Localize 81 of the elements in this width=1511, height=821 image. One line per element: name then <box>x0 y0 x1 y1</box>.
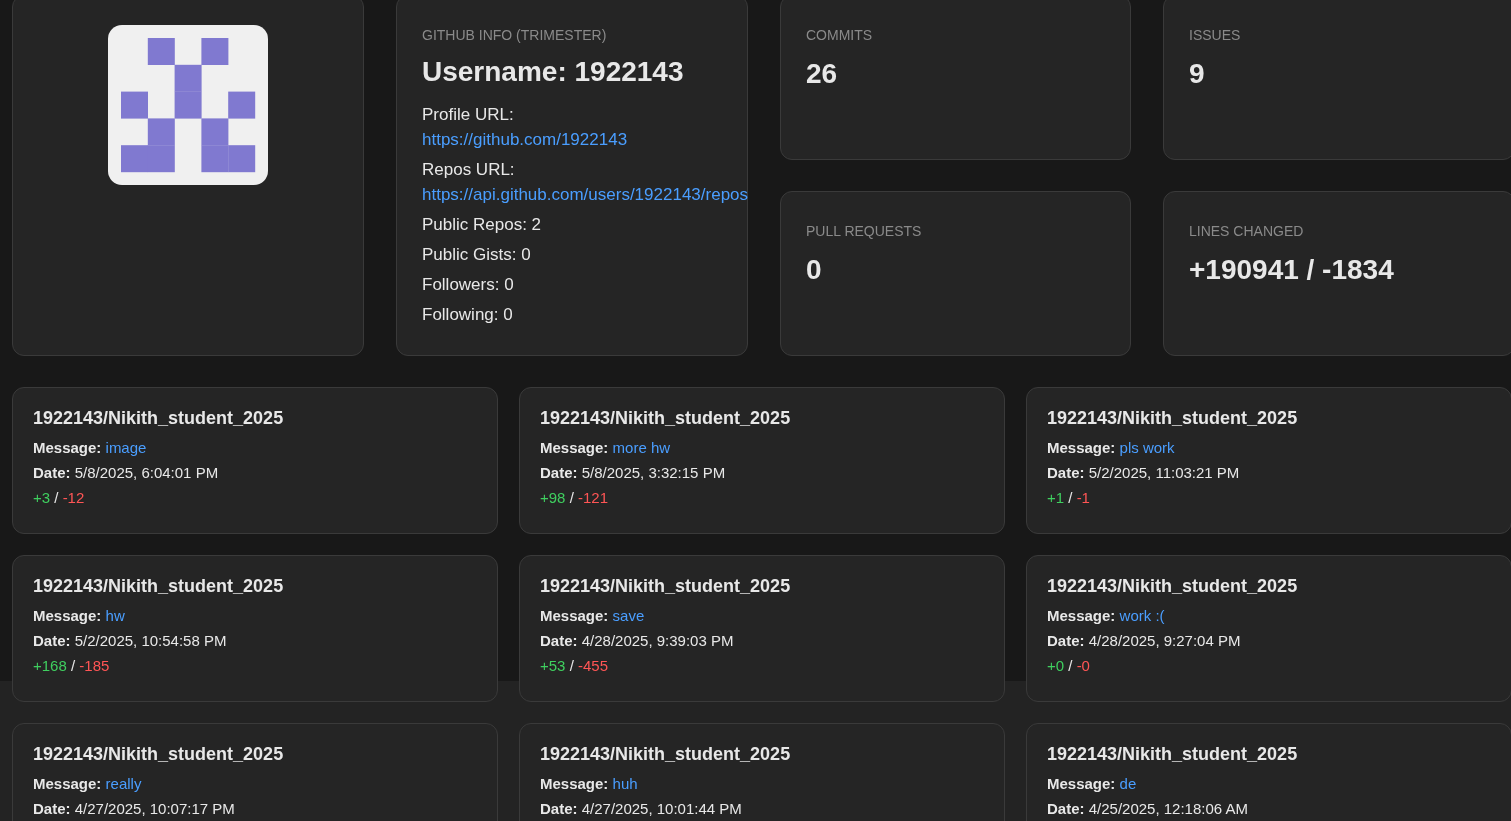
stat-label: LINES CHANGED <box>1189 223 1304 239</box>
separator-text: / <box>1068 657 1073 674</box>
stat-value: 26 <box>806 58 839 90</box>
info-text: Public Gists: 0 <box>422 244 531 266</box>
separator-text: / <box>569 657 574 674</box>
date-label: Date: <box>33 632 71 649</box>
username-heading: Username: 1922143 <box>422 56 685 88</box>
additions-count: +168 <box>33 657 67 674</box>
commit-date: 5/2/2025, 11:03:21 PM <box>1088 464 1240 481</box>
separator-text: / <box>54 489 59 506</box>
deletions-count: -185 <box>79 657 110 674</box>
message-label: Message: <box>33 439 102 456</box>
commit-message: save <box>612 607 645 624</box>
repo-name: 1922143/Nikith_student_2025 <box>540 744 791 765</box>
commit-message: pls work <box>1119 439 1175 456</box>
commit-date: 5/2/2025, 10:54:58 PM <box>74 632 227 649</box>
additions-count: +1 <box>1047 489 1065 506</box>
date-label: Date: <box>540 464 578 481</box>
message-label: Message: <box>540 775 609 792</box>
repo-name: 1922143/Nikith_student_2025 <box>540 408 791 429</box>
info-text: Repos URL: <box>422 159 515 181</box>
date-label: Date: <box>540 632 578 649</box>
repo-name: 1922143/Nikith_student_2025 <box>33 576 284 597</box>
commit-message: work :( <box>1119 607 1165 624</box>
additions-count: +53 <box>540 657 566 674</box>
info-text: Followers: 0 <box>422 274 514 296</box>
date-label: Date: <box>1047 800 1085 817</box>
message-label: Message: <box>33 775 102 792</box>
date-label: Date: <box>540 800 578 817</box>
message-label: Message: <box>33 607 102 624</box>
date-label: Date: <box>1047 632 1085 649</box>
commit-date: 4/27/2025, 10:01:44 PM <box>581 800 742 817</box>
deletions-count: -12 <box>62 489 85 506</box>
card-label: GITHUB INFO (TRIMESTER) <box>422 27 607 43</box>
url-link[interactable]: https://api.github.com/users/1922143/repos <box>422 182 749 207</box>
url-link[interactable]: https://github.com/1922143 <box>422 127 628 152</box>
stat-value: 0 <box>806 254 823 286</box>
commit-message: huh <box>612 775 638 792</box>
date-label: Date: <box>1047 464 1085 481</box>
commit-date: 4/28/2025, 9:39:03 PM <box>581 632 734 649</box>
deletions-count: -1 <box>1076 489 1090 506</box>
commit-date: 4/28/2025, 9:27:04 PM <box>1088 632 1241 649</box>
repo-name: 1922143/Nikith_student_2025 <box>33 744 284 765</box>
commit-date: 5/8/2025, 3:32:15 PM <box>581 464 726 481</box>
commit-message: hw <box>105 607 125 624</box>
commit-message: more hw <box>612 439 671 456</box>
separator-text: / <box>70 657 76 674</box>
stat-label: COMMITS <box>806 27 873 43</box>
separator-text: / <box>569 489 574 506</box>
commit-date: 5/8/2025, 6:04:01 PM <box>74 464 219 481</box>
commit-date: 4/25/2025, 12:18:06 AM <box>1088 800 1248 817</box>
deletions-count: -0 <box>1076 657 1090 674</box>
additions-count: +3 <box>33 489 51 506</box>
stat-value: +190941 / -1834 <box>1189 254 1395 286</box>
message-label: Message: <box>1047 775 1116 792</box>
commit-message: de <box>1119 775 1137 792</box>
info-text: Profile URL: <box>422 104 514 126</box>
commit-message: really <box>105 775 142 792</box>
deletions-count: -121 <box>577 489 608 506</box>
message-label: Message: <box>540 607 609 624</box>
commit-date: 4/27/2025, 10:07:17 PM <box>74 800 235 817</box>
stat-label: ISSUES <box>1189 27 1241 43</box>
repo-name: 1922143/Nikith_student_2025 <box>33 408 284 429</box>
message-label: Message: <box>540 439 609 456</box>
repo-name: 1922143/Nikith_student_2025 <box>1047 744 1298 765</box>
repo-name: 1922143/Nikith_student_2025 <box>1047 408 1298 429</box>
info-text: Following: 0 <box>422 304 513 326</box>
deletions-count: -455 <box>577 657 608 674</box>
message-label: Message: <box>1047 607 1116 624</box>
info-text: Public Repos: 2 <box>422 214 542 236</box>
repo-name: 1922143/Nikith_student_2025 <box>540 576 791 597</box>
additions-count: +98 <box>540 489 566 506</box>
commit-message: image <box>105 439 147 456</box>
separator-text: / <box>1068 489 1073 506</box>
date-label: Date: <box>33 464 71 481</box>
repo-name: 1922143/Nikith_student_2025 <box>1047 576 1298 597</box>
stat-label: PULL REQUESTS <box>806 223 922 239</box>
date-label: Date: <box>33 800 71 817</box>
message-label: Message: <box>1047 439 1116 456</box>
stat-value: 9 <box>1189 58 1206 90</box>
additions-count: +0 <box>1047 657 1065 674</box>
